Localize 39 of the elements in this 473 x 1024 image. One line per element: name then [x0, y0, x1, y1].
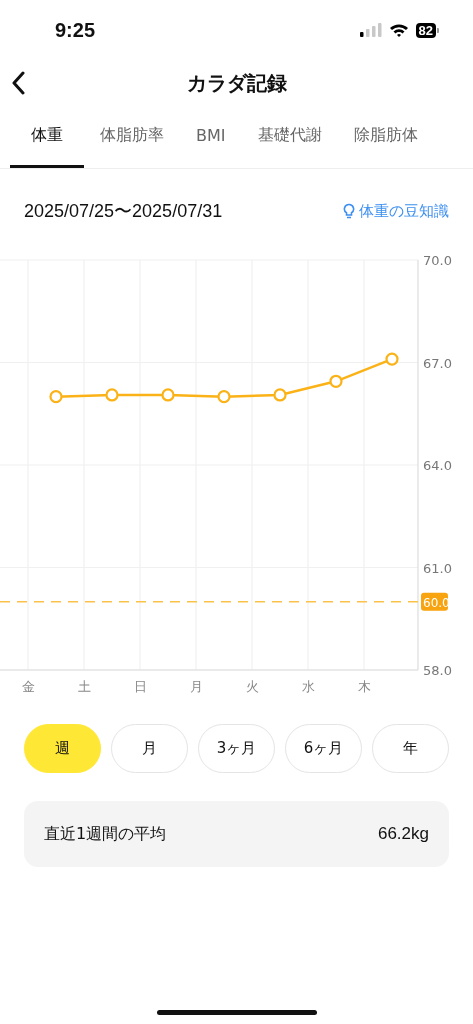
data-point — [217, 390, 231, 404]
x-axis-label: 日 — [133, 679, 147, 694]
period-button[interactable]: 3ヶ月 — [198, 724, 275, 773]
x-axis-label: 木 — [357, 679, 371, 694]
y-axis-label: 61.0 — [423, 560, 452, 576]
date-range: 2025/07/25〜2025/07/31 — [24, 200, 223, 223]
back-icon[interactable] — [11, 71, 25, 95]
data-point — [161, 388, 175, 402]
x-axis-label: 金 — [21, 679, 35, 694]
data-point — [329, 374, 343, 388]
x-axis-label: 水 — [301, 679, 315, 694]
wifi-icon — [388, 23, 409, 37]
average-label: 直近1週間の平均 — [44, 823, 167, 845]
y-axis-label: 67.0 — [423, 355, 452, 371]
x-axis-label: 月 — [189, 679, 203, 694]
page-title: カラダ記録 — [186, 69, 287, 97]
x-axis-label: 火 — [245, 679, 259, 694]
period-button[interactable]: 週 — [24, 724, 101, 773]
metric-tab[interactable]: 体重 — [10, 106, 84, 168]
metric-tab[interactable]: 除脂肪体 — [337, 106, 434, 168]
data-point — [385, 352, 399, 366]
period-button[interactable]: 6ヶ月 — [285, 724, 362, 773]
status-time: 9:25 — [55, 18, 96, 42]
metric-tab[interactable]: 基礎代謝 — [241, 106, 338, 168]
lightbulb-icon — [343, 202, 355, 220]
metric-tab[interactable]: BMI — [180, 106, 242, 168]
period-button[interactable]: 年 — [372, 724, 449, 773]
signal-icon — [359, 23, 382, 37]
data-point — [105, 388, 119, 402]
data-point — [49, 390, 63, 404]
battery-icon: 82 — [415, 22, 439, 38]
x-axis-label: 土 — [77, 679, 91, 694]
metric-tab[interactable]: 体脂肪率 — [84, 106, 180, 168]
data-point — [273, 388, 287, 402]
y-axis-label: 58.0 — [423, 663, 452, 678]
y-axis-label: 64.0 — [423, 458, 452, 473]
y-axis-label: 70.0 — [423, 253, 452, 268]
period-button[interactable]: 月 — [111, 724, 188, 773]
average-value: 66.2kg — [377, 824, 429, 844]
